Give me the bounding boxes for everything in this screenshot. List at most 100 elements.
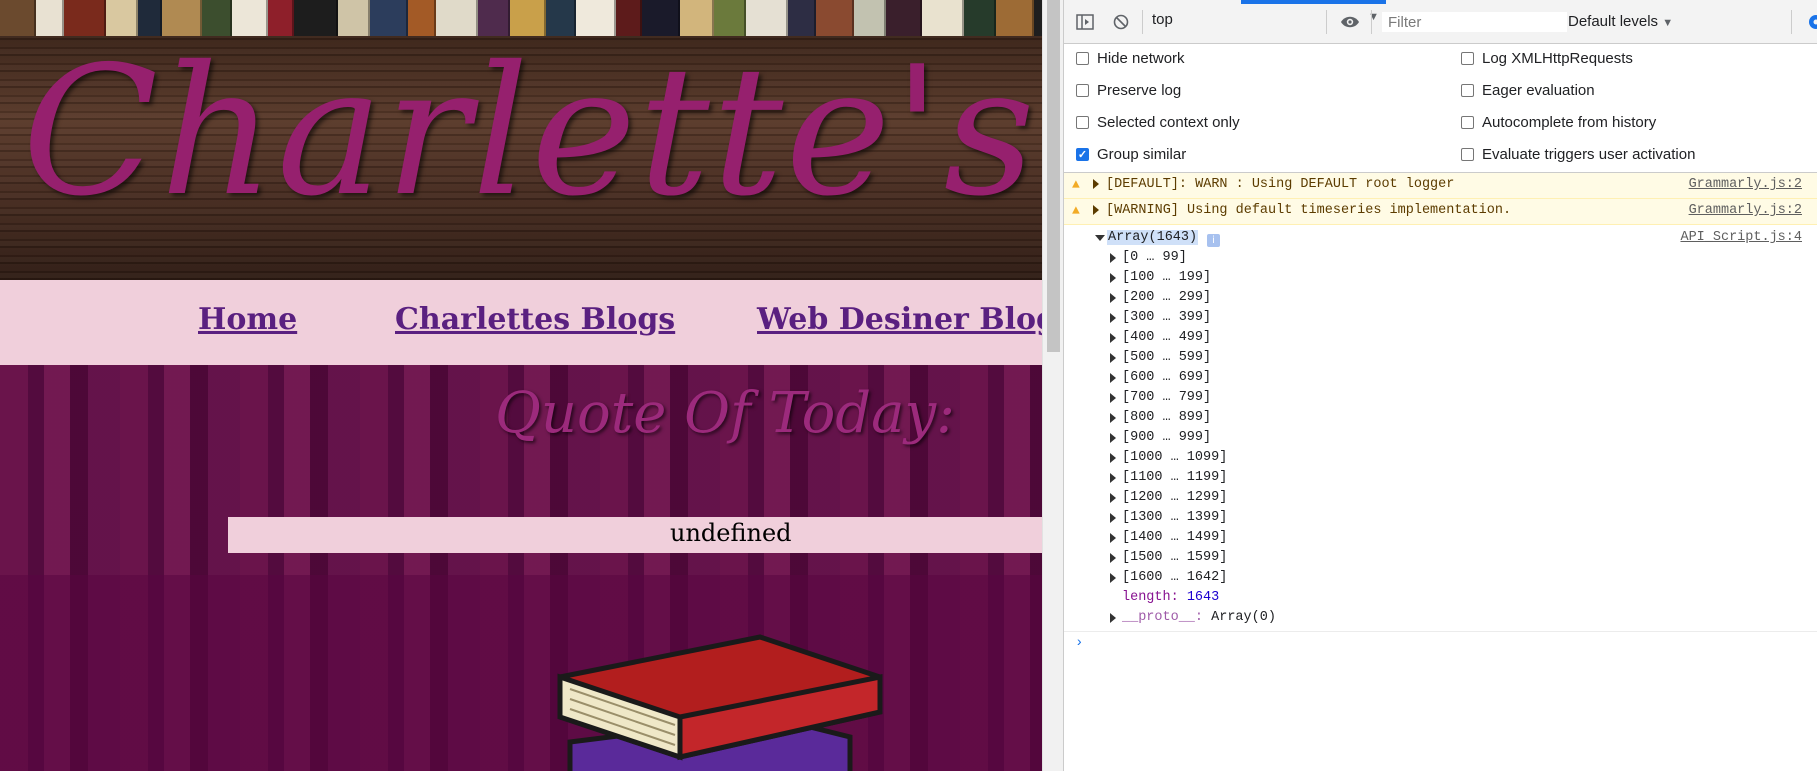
array-range-row[interactable]: [1000 … 1099]	[1064, 448, 1817, 468]
array-range-label: [400 … 499]	[1122, 330, 1212, 345]
property-key: __proto__	[1122, 610, 1195, 625]
array-range-list: [0 … 99] [100 … 199] [200 … 299] [300 … 399…	[1064, 248, 1817, 588]
expand-arrow-icon[interactable]	[1110, 373, 1116, 383]
expand-arrow-icon[interactable]	[1110, 473, 1116, 483]
info-icon[interactable]: i	[1207, 234, 1220, 247]
expand-arrow-icon[interactable]	[1110, 413, 1116, 423]
selected-context-only-checkbox[interactable]: Selected context only	[1076, 114, 1240, 131]
array-log-row[interactable]: Array(1643) i API_Script.js:4	[1064, 228, 1817, 248]
source-link[interactable]: Grammarly.js:2	[1689, 177, 1802, 192]
array-range-label: [500 … 599]	[1122, 350, 1212, 365]
array-range-label: [1300 … 1399]	[1122, 510, 1228, 525]
array-range-row[interactable]: [500 … 599]	[1064, 348, 1817, 368]
checkbox-label: Evaluate triggers user activation	[1482, 146, 1696, 163]
log-levels-dropdown[interactable]: Default levels ▼	[1568, 13, 1673, 30]
clear-console-icon[interactable]	[1110, 11, 1132, 33]
array-range-row[interactable]: [800 … 899]	[1064, 408, 1817, 428]
group-similar-checkbox[interactable]: ✓ Group similar	[1076, 146, 1186, 163]
expand-arrow-icon[interactable]	[1110, 513, 1116, 523]
source-link[interactable]: API_Script.js:4	[1680, 230, 1802, 245]
source-link[interactable]: Grammarly.js:2	[1689, 203, 1802, 218]
array-label[interactable]: Array(1643)	[1107, 230, 1199, 245]
expand-arrow-icon[interactable]	[1110, 353, 1116, 363]
array-range-label: [700 … 799]	[1122, 390, 1212, 405]
array-range-row[interactable]: [400 … 499]	[1064, 328, 1817, 348]
array-range-row[interactable]: [1600 … 1642]	[1064, 568, 1817, 588]
expand-arrow-icon[interactable]	[1110, 453, 1116, 463]
live-expression-eye-icon[interactable]	[1339, 11, 1361, 33]
checkbox-label: Hide network	[1097, 50, 1185, 67]
checkmark-icon[interactable]: ✓	[1076, 148, 1089, 161]
checkbox-box[interactable]	[1461, 52, 1474, 65]
site-nav: Home Charlettes Blogs Web Desiner Blog	[0, 280, 1042, 365]
quote-text: undefined	[670, 519, 792, 547]
checkbox-box[interactable]	[1076, 116, 1089, 129]
array-range-row[interactable]: [300 … 399]	[1064, 308, 1817, 328]
expand-arrow-icon[interactable]	[1110, 493, 1116, 503]
array-range-label: [200 … 299]	[1122, 290, 1212, 305]
expand-arrow-icon[interactable]	[1110, 533, 1116, 543]
array-range-label: [1600 … 1642]	[1122, 570, 1228, 585]
array-range-label: [800 … 899]	[1122, 410, 1212, 425]
expand-arrow-icon[interactable]	[1110, 253, 1116, 263]
array-range-row[interactable]: [900 … 999]	[1064, 428, 1817, 448]
scrollbar-thumb[interactable]	[1047, 0, 1060, 352]
checkbox-box[interactable]	[1461, 116, 1474, 129]
array-range-row[interactable]: [100 … 199]	[1064, 268, 1817, 288]
expand-arrow-icon[interactable]	[1110, 333, 1116, 343]
console-prompt[interactable]: ›	[1064, 631, 1817, 658]
checkbox-box[interactable]	[1461, 84, 1474, 97]
warning-message: [DEFAULT]: WARN : Using DEFAULT root log…	[1106, 177, 1455, 192]
expand-arrow-icon[interactable]	[1093, 205, 1099, 215]
array-range-row[interactable]: [0 … 99]	[1064, 248, 1817, 268]
expand-arrow-icon[interactable]	[1110, 573, 1116, 583]
expand-arrow-icon[interactable]	[1093, 179, 1099, 189]
gear-icon[interactable]	[1804, 12, 1817, 32]
array-range-row[interactable]: [700 … 799]	[1064, 388, 1817, 408]
quote-heading: Quote Of Today:	[495, 381, 956, 446]
prompt-chevron-icon: ›	[1075, 635, 1084, 651]
array-range-label: [300 … 399]	[1122, 310, 1212, 325]
array-range-row[interactable]: [200 … 299]	[1064, 288, 1817, 308]
preserve-log-checkbox[interactable]: Preserve log	[1076, 82, 1181, 99]
array-range-row[interactable]: [1400 … 1499]	[1064, 528, 1817, 548]
array-range-label: [600 … 699]	[1122, 370, 1212, 385]
expand-arrow-icon[interactable]	[1110, 313, 1116, 323]
expand-arrow-icon[interactable]	[1110, 553, 1116, 563]
expand-arrow-icon[interactable]	[1110, 613, 1116, 623]
array-range-label: [0 … 99]	[1122, 250, 1187, 265]
console-warning-row[interactable]: ▲ [DEFAULT]: WARN : Using DEFAULT root l…	[1064, 173, 1817, 199]
checkbox-label: Log XMLHttpRequests	[1482, 50, 1633, 67]
array-range-label: [1500 … 1599]	[1122, 550, 1228, 565]
context-value: top	[1152, 11, 1173, 28]
array-range-row[interactable]: [600 … 699]	[1064, 368, 1817, 388]
expand-arrow-icon[interactable]	[1110, 433, 1116, 443]
collapse-arrow-icon[interactable]	[1095, 235, 1105, 241]
nav-link-web-desiner-blog[interactable]: Web Desiner Blog	[757, 302, 1042, 337]
expand-arrow-icon[interactable]	[1110, 393, 1116, 403]
checkbox-box[interactable]	[1076, 52, 1089, 65]
array-range-row[interactable]: [1300 … 1399]	[1064, 508, 1817, 528]
sidebar-toggle-icon[interactable]	[1074, 11, 1096, 33]
array-range-row[interactable]: [1200 … 1299]	[1064, 488, 1817, 508]
console-warning-row[interactable]: ▲ [WARNING] Using default timeseries imp…	[1064, 199, 1817, 225]
array-range-label: [1200 … 1299]	[1122, 490, 1228, 505]
evaluate-triggers-user-activation-checkbox[interactable]: Evaluate triggers user activation	[1461, 146, 1695, 163]
proto-property-row[interactable]: __proto__: Array(0)	[1064, 608, 1817, 628]
property-value: Array(0)	[1211, 610, 1276, 625]
eager-evaluation-checkbox[interactable]: Eager evaluation	[1461, 82, 1595, 99]
array-range-row[interactable]: [1500 … 1599]	[1064, 548, 1817, 568]
log-xmlhttprequests-checkbox[interactable]: Log XMLHttpRequests	[1461, 50, 1633, 67]
property-line: length: 1643	[1122, 590, 1220, 605]
nav-link-home[interactable]: Home	[198, 302, 297, 337]
console-filter-input[interactable]	[1382, 12, 1567, 32]
checkbox-box[interactable]	[1076, 84, 1089, 97]
expand-arrow-icon[interactable]	[1110, 293, 1116, 303]
nav-link-charlettes-blogs[interactable]: Charlettes Blogs	[395, 302, 675, 337]
array-range-row[interactable]: [1100 … 1199]	[1064, 468, 1817, 488]
hide-network-checkbox[interactable]: Hide network	[1076, 50, 1185, 67]
expand-arrow-icon[interactable]	[1110, 273, 1116, 283]
autocomplete-from-history-checkbox[interactable]: Autocomplete from history	[1461, 114, 1656, 131]
page-scrollbar[interactable]	[1042, 0, 1064, 771]
checkbox-box[interactable]	[1461, 148, 1474, 161]
